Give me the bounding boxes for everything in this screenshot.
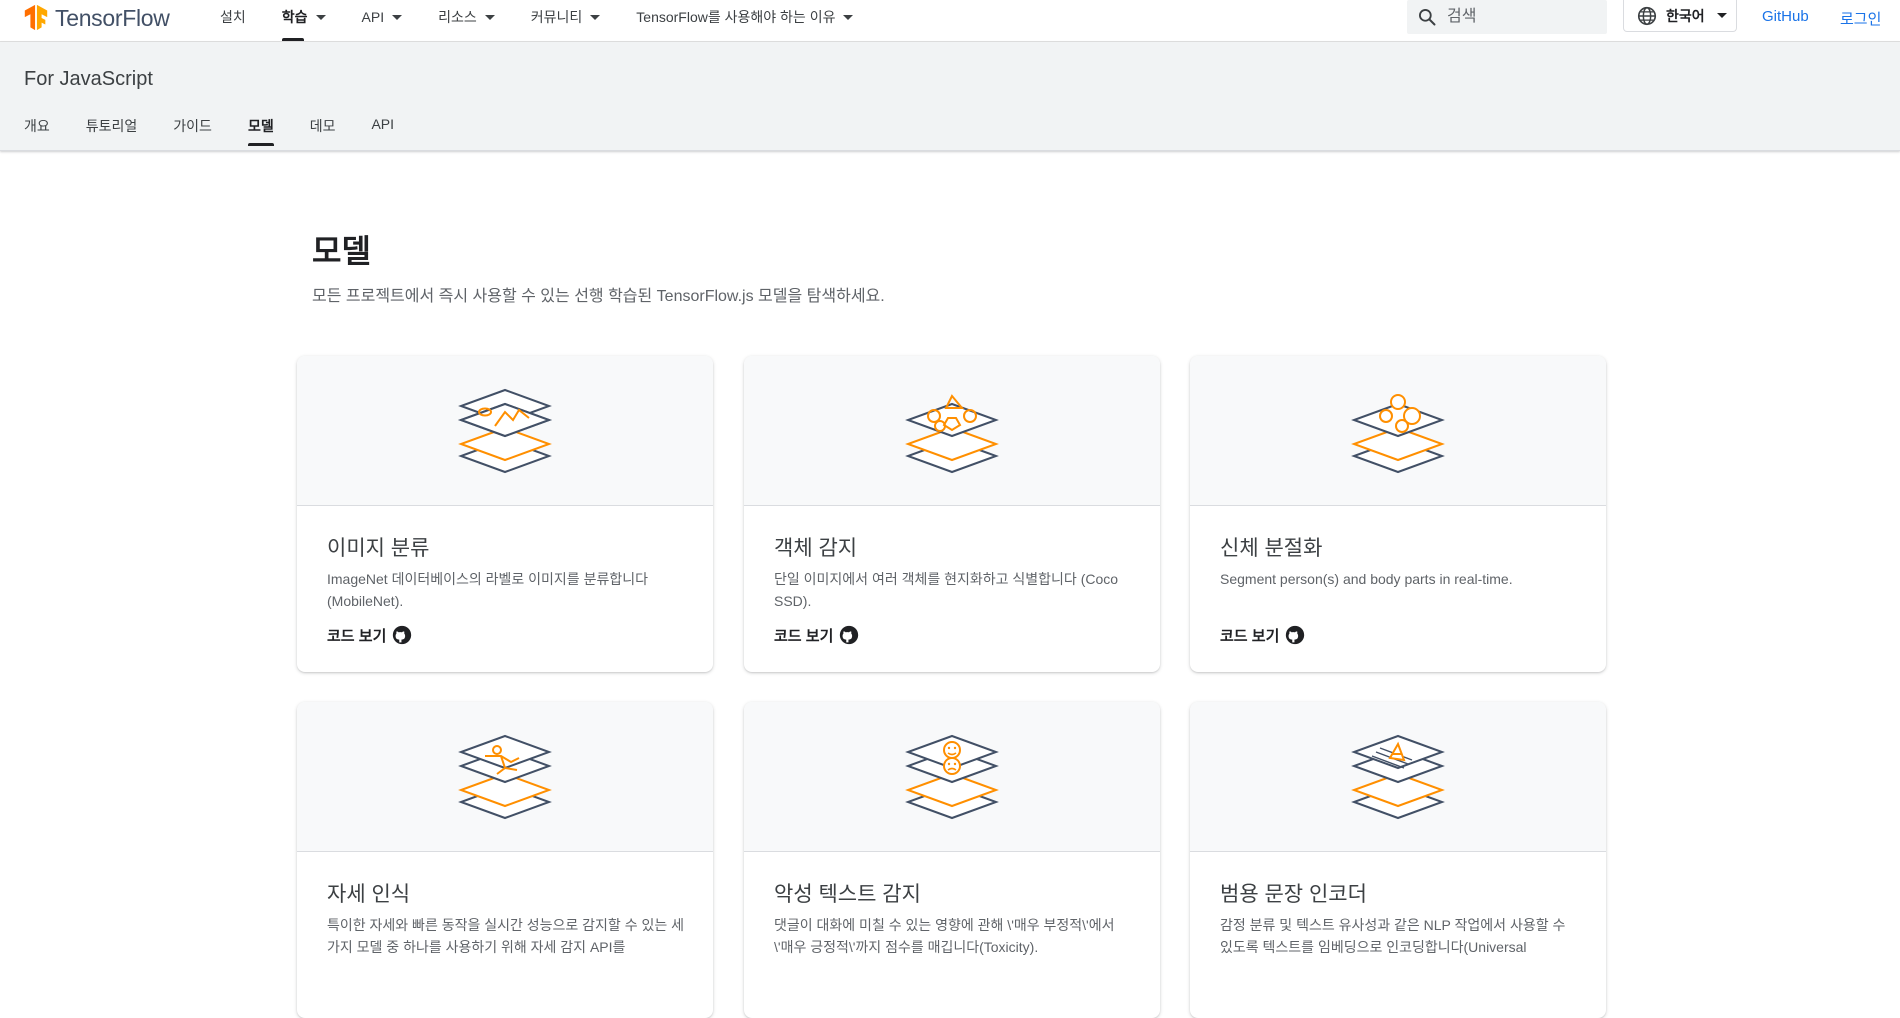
view-code-label: 코드 보기	[1220, 627, 1280, 645]
sentence-encoder-icon	[1351, 734, 1445, 819]
nav-resources[interactable]: 리소스	[438, 0, 495, 34]
model-card: 악성 텍스트 감지 댓글이 대화에 미칠 수 있는 영향에 관해 \'매우 부정…	[744, 702, 1160, 1018]
body-segmentation-icon	[1351, 393, 1445, 473]
card-illustration	[744, 702, 1160, 852]
search-input[interactable]	[1445, 7, 1599, 27]
tab-overview[interactable]: 개요	[24, 116, 50, 136]
tab-models[interactable]: 모델	[247, 116, 274, 146]
model-card: 객체 감지 단일 이미지에서 여러 객체를 현지화하고 식별합니다 (Coco …	[744, 356, 1160, 672]
github-link[interactable]: GitHub	[1762, 8, 1809, 25]
model-card: 범용 문장 인코더 감정 분류 및 텍스트 유사성과 같은 NLP 작업에서 사…	[1190, 702, 1606, 1018]
nav-label: API	[361, 9, 385, 25]
github-icon	[840, 625, 859, 645]
model-card: 이미지 분류 ImageNet 데이터베이스의 라벨로 이미지를 분류합니다 (…	[297, 356, 713, 672]
top-bar: TensorFlow 설치 학습 API 리소스 커뮤니티 TensorFlow…	[0, 0, 1900, 42]
top-navigation: 설치 학습 API 리소스 커뮤니티 TensorFlow를 사용해야 하는 이…	[220, 0, 889, 41]
nav-install[interactable]: 설치	[220, 0, 246, 34]
language-label: 한국어	[1666, 7, 1705, 24]
card-illustration	[1190, 702, 1606, 852]
view-code-link[interactable]: 코드 보기	[327, 624, 413, 646]
tab-demos[interactable]: 데모	[310, 116, 336, 136]
card-title[interactable]: 범용 문장 인코더	[1220, 878, 1367, 908]
search-box	[1407, 0, 1607, 34]
nav-label: TensorFlow를 사용해야 하는 이유	[636, 9, 836, 25]
page-description: 모든 프로젝트에서 즉시 사용할 수 있는 선행 학습된 TensorFlow.…	[312, 288, 885, 305]
card-description: Segment person(s) and body parts in real…	[1220, 571, 1513, 587]
globe-icon	[1637, 6, 1657, 25]
tab-tutorials[interactable]: 튜토리얼	[86, 116, 138, 136]
card-description: ImageNet 데이터베이스의 라벨로 이미지를 분류합니다 (MobileN…	[327, 571, 648, 609]
card-illustration	[297, 356, 713, 506]
card-title[interactable]: 이미지 분류	[327, 532, 429, 562]
card-description: 특이한 자세와 빠른 동작을 실시간 성능으로 감지할 수 있는 세 가지 모델…	[327, 917, 685, 955]
view-code-link[interactable]: 코드 보기	[1220, 624, 1306, 646]
product-tabs: 개요 튜토리얼 가이드 모델 데모 API	[24, 116, 430, 146]
search-icon	[1419, 9, 1436, 26]
product-title[interactable]: For JavaScript	[24, 68, 153, 91]
card-description: 단일 이미지에서 여러 객체를 현지화하고 식별합니다 (Coco SSD).	[774, 571, 1119, 609]
nav-label: 커뮤니티	[530, 9, 583, 25]
nav-why-tensorflow[interactable]: TensorFlow를 사용해야 하는 이유	[636, 0, 854, 34]
caret-down-icon	[484, 14, 495, 20]
caret-down-icon	[843, 14, 854, 20]
image-classification-icon	[458, 388, 552, 473]
card-illustration	[1190, 356, 1606, 506]
object-detection-icon	[905, 393, 999, 473]
card-title[interactable]: 객체 감지	[774, 532, 857, 562]
caret-down-icon	[1716, 13, 1727, 18]
nav-learn[interactable]: 학습	[281, 0, 326, 41]
tensorflow-logo[interactable]: TensorFlow	[22, 3, 170, 33]
model-card: 신체 분절화 Segment person(s) and body parts …	[1190, 356, 1606, 672]
caret-down-icon	[315, 14, 326, 20]
view-code-link[interactable]: 코드 보기	[774, 624, 860, 646]
caret-down-icon	[392, 14, 403, 20]
card-illustration	[744, 356, 1160, 506]
github-icon	[393, 625, 412, 645]
nav-community[interactable]: 커뮤니티	[531, 0, 601, 34]
tensorflow-logo-icon	[24, 4, 48, 31]
logo-text: TensorFlow	[55, 4, 170, 31]
card-illustration	[297, 702, 713, 852]
toxicity-detection-icon	[905, 734, 999, 819]
card-description: 댓글이 대화에 미칠 수 있는 영향에 관해 \'매우 부정적\'에서 \'매우…	[774, 917, 1115, 955]
model-card: 자세 인식 특이한 자세와 빠른 동작을 실시간 성능으로 감지할 수 있는 세…	[297, 702, 713, 1018]
view-code-label: 코드 보기	[774, 627, 834, 645]
caret-down-icon	[590, 14, 601, 20]
card-description: 감정 분류 및 텍스트 유사성과 같은 NLP 작업에서 사용할 수 있도록 텍…	[1220, 917, 1566, 955]
card-title[interactable]: 신체 분절화	[1220, 532, 1322, 562]
page-title: 모델	[312, 233, 371, 269]
signin-link[interactable]: 로그인	[1840, 8, 1881, 29]
product-header: For JavaScript 개요 튜토리얼 가이드 모델 데모 API	[0, 42, 1900, 151]
pose-detection-icon	[458, 734, 552, 819]
github-icon	[1286, 625, 1305, 645]
card-title[interactable]: 악성 텍스트 감지	[774, 878, 921, 908]
nav-label: 리소스	[438, 9, 477, 25]
view-code-label: 코드 보기	[327, 627, 387, 645]
nav-label: 설치	[220, 9, 246, 25]
card-title[interactable]: 자세 인식	[327, 878, 410, 908]
language-selector[interactable]: 한국어	[1623, 0, 1737, 32]
nav-api[interactable]: API	[362, 0, 403, 34]
nav-label: 학습	[281, 9, 308, 25]
tab-api[interactable]: API	[371, 116, 394, 136]
tab-guide[interactable]: 가이드	[173, 116, 212, 136]
